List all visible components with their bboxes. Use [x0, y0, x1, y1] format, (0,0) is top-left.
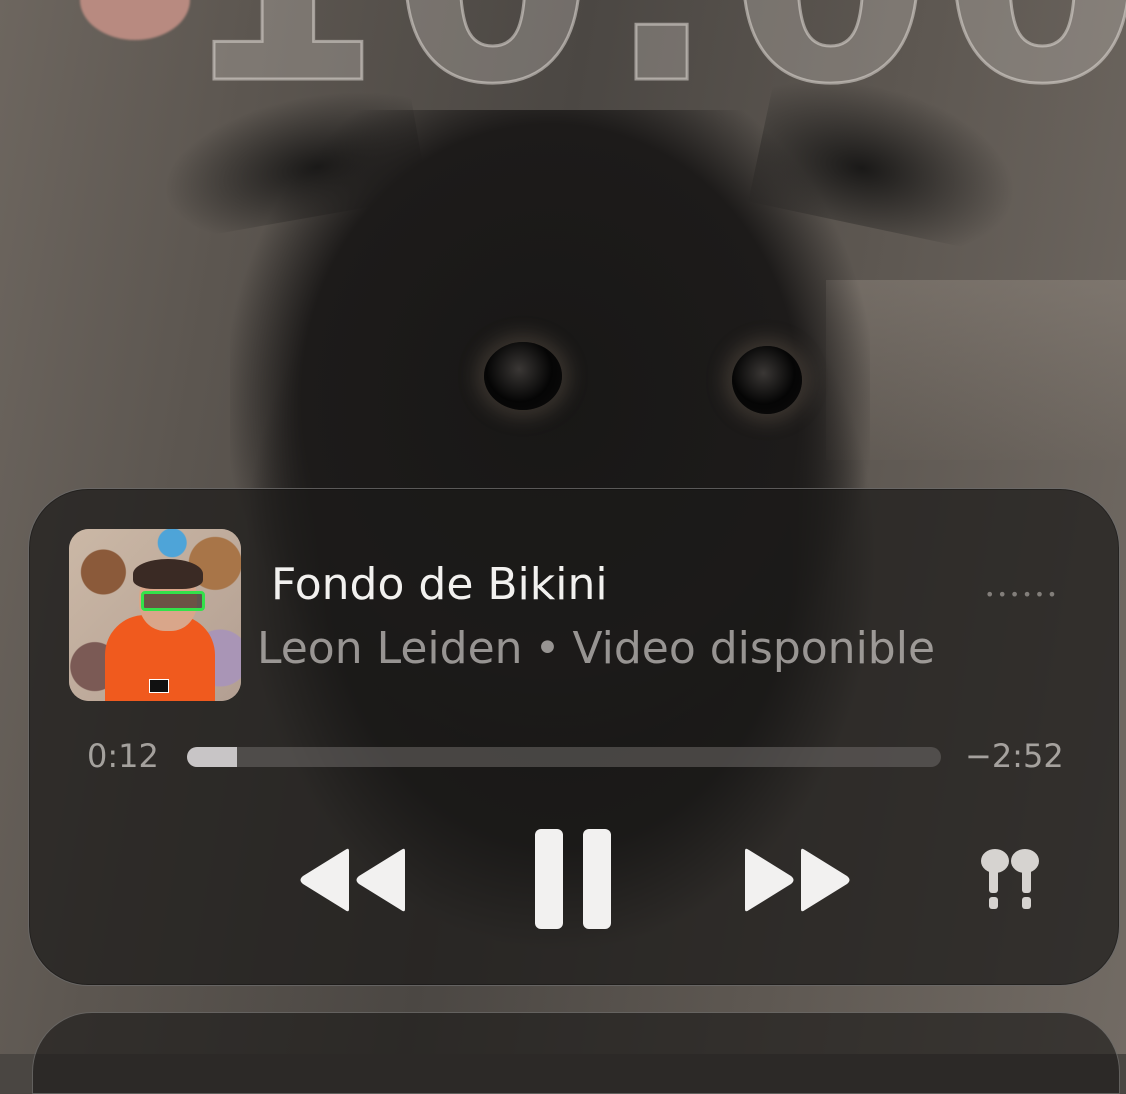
pause-button[interactable]	[535, 829, 615, 931]
fast-forward-icon	[745, 848, 850, 912]
next-notification-card[interactable]	[32, 1012, 1120, 1094]
audio-output-button[interactable]	[975, 845, 1045, 915]
audio-waveform-icon: ••••••	[985, 585, 1060, 604]
pause-icon-bar-right	[583, 829, 611, 929]
album-artwork[interactable]	[69, 529, 241, 701]
lockscreen-clock: 10:00	[179, 0, 1126, 126]
wallpaper-pink-blob	[80, 0, 190, 40]
track-artist: Leon Leiden	[257, 623, 523, 674]
video-available-label: Video disponible	[572, 623, 936, 674]
artwork-green-glasses	[141, 591, 205, 611]
elapsed-time: 0:12	[87, 737, 159, 775]
rewind-icon	[300, 848, 405, 912]
remaining-time: −2:52	[965, 737, 1064, 775]
track-subtitle[interactable]: Leon Leiden • Video disponible	[257, 623, 957, 674]
explicit-advisory-badge	[149, 679, 169, 693]
airpods-icon	[981, 849, 1039, 909]
dog-eye-left	[484, 342, 562, 410]
fast-forward-button[interactable]	[741, 847, 853, 913]
progress-fill	[187, 747, 237, 767]
wallpaper-wall	[826, 280, 1126, 460]
subtitle-separator: •	[534, 623, 561, 674]
now-playing-widget[interactable]: Fondo de Bikini Leon Leiden • Video dispon…	[28, 488, 1120, 986]
progress-scrubber[interactable]	[187, 747, 941, 767]
track-title[interactable]: Fondo de Bikini	[271, 559, 608, 610]
rewind-button[interactable]	[297, 847, 409, 913]
pause-icon-bar-left	[535, 829, 563, 929]
artwork-hair	[133, 559, 203, 589]
dog-eye-right	[732, 346, 802, 414]
